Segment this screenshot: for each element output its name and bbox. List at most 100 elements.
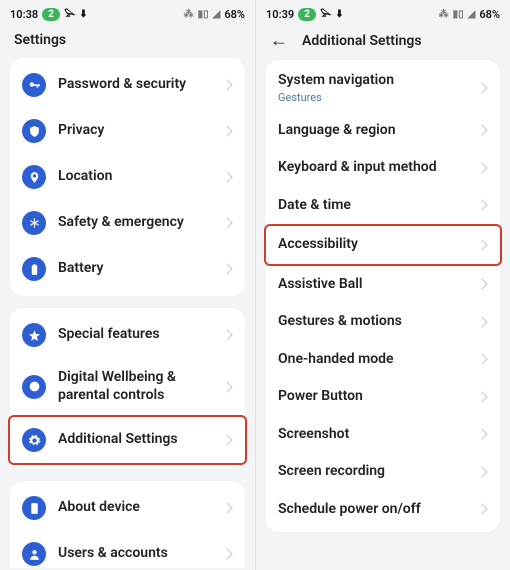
- settings-item-label: Accessibility: [278, 236, 464, 254]
- chevron-right-icon: [476, 428, 488, 440]
- shield-icon: [22, 119, 46, 143]
- settings-item-one-handed-mode[interactable]: One-handed mode: [266, 341, 500, 379]
- chevron-right-icon: [476, 124, 488, 136]
- status-bar: 10:38 2 𓅪 ⬇ ⁂ ▮▯ ◢ 68%: [0, 0, 255, 24]
- chevron-right-icon: [476, 199, 488, 211]
- chevron-right-icon: [476, 466, 488, 478]
- chevron-right-icon: [221, 217, 233, 229]
- settings-item-label: Additional Settings: [58, 431, 209, 449]
- battery-icon: [22, 257, 46, 281]
- settings-item-accessibility[interactable]: Accessibility: [264, 224, 502, 266]
- page-title: Additional Settings: [302, 33, 422, 49]
- chevron-right-icon: [476, 316, 488, 328]
- chevron-right-icon: [476, 391, 488, 403]
- phone-icon: [22, 496, 46, 520]
- page-title: Settings: [14, 32, 66, 48]
- chevron-right-icon: [221, 125, 233, 137]
- settings-item-screen-recording[interactable]: Screen recording: [266, 453, 500, 491]
- bird-icon: 𓅪: [64, 6, 75, 22]
- chevron-right-icon: [476, 278, 488, 290]
- settings-item-power-button[interactable]: Power Button: [266, 378, 500, 416]
- settings-item-schedule-power-on-off[interactable]: Schedule power on/off: [266, 491, 500, 529]
- settings-item-assistive-ball[interactable]: Assistive Ball: [266, 266, 500, 304]
- settings-item-system-navigation[interactable]: System navigationGestures: [266, 64, 500, 112]
- bird-icon: 𓅪: [320, 6, 331, 22]
- settings-item-label: Schedule power on/off: [278, 501, 464, 519]
- asterisk-icon: [22, 211, 46, 235]
- chevron-right-icon: [476, 162, 488, 174]
- settings-item-language-region[interactable]: Language & region: [266, 112, 500, 150]
- settings-group: About deviceUsers & accountsGoogle: [10, 481, 245, 568]
- star-icon: [22, 323, 46, 347]
- chevron-right-icon: [476, 82, 488, 94]
- settings-item-label: Assistive Ball: [278, 276, 464, 294]
- chevron-right-icon: [476, 503, 488, 515]
- settings-item-label: Gestures & motions: [278, 313, 464, 331]
- settings-item-label: Password & security: [58, 76, 209, 94]
- signal-icon: ▮▯: [453, 9, 464, 20]
- chevron-right-icon: [221, 381, 233, 393]
- settings-item-label: Screen recording: [278, 463, 464, 481]
- settings-item-about-device[interactable]: About device: [10, 485, 245, 531]
- bt-icon: ⁂: [184, 9, 194, 20]
- chevron-right-icon: [221, 79, 233, 91]
- settings-item-digital-wellbeing-parental-controls[interactable]: Digital Wellbeing & parental controls: [10, 358, 245, 415]
- settings-item-label: Language & region: [278, 122, 464, 140]
- settings-item-label: Special features: [58, 326, 209, 344]
- battery-text: 68%: [224, 8, 245, 21]
- settings-item-location[interactable]: Location: [10, 154, 245, 200]
- net-icon: ◢: [468, 9, 476, 20]
- chevron-right-icon: [476, 353, 488, 365]
- user-icon: [22, 542, 46, 566]
- settings-item-label: Location: [58, 168, 209, 186]
- chevron-right-icon: [221, 263, 233, 275]
- battery-text: 68%: [479, 8, 500, 21]
- additional-settings-list[interactable]: System navigationGestures Language & regi…: [256, 60, 510, 570]
- settings-item-battery[interactable]: Battery: [10, 246, 245, 292]
- chevron-right-icon: [221, 548, 233, 560]
- settings-item-screenshot[interactable]: Screenshot: [266, 416, 500, 454]
- download-icon: ⬇: [335, 9, 343, 20]
- back-icon[interactable]: ←: [270, 32, 288, 50]
- settings-item-privacy[interactable]: Privacy: [10, 108, 245, 154]
- status-bar: 10:39 2 𓅪 ⬇ ⁂ ▮▯ ◢ 68%: [256, 0, 510, 24]
- settings-item-additional-settings[interactable]: Additional Settings: [8, 415, 247, 465]
- settings-list[interactable]: Password & security Privacy Location Safety…: [0, 58, 255, 568]
- settings-item-label: Safety & emergency: [58, 214, 209, 232]
- settings-item-safety-emergency[interactable]: Safety & emergency: [10, 200, 245, 246]
- notification-badge: 2: [42, 8, 60, 21]
- settings-item-label: System navigation: [278, 72, 464, 90]
- signal-icon: ▮▯: [198, 9, 209, 20]
- chevron-right-icon: [221, 329, 233, 341]
- settings-item-label: Privacy: [58, 122, 209, 140]
- left-screenshot: 10:38 2 𓅪 ⬇ ⁂ ▮▯ ◢ 68% Settings Password…: [0, 0, 255, 570]
- settings-item-keyboard-input-method[interactable]: Keyboard & input method: [266, 149, 500, 187]
- page-header: Settings: [0, 24, 255, 58]
- settings-group: Password & security Privacy Location Safety…: [10, 58, 245, 296]
- clock: 10:39: [266, 8, 294, 21]
- settings-item-special-features[interactable]: Special features: [10, 312, 245, 358]
- settings-item-label: One-handed mode: [278, 351, 464, 369]
- right-screenshot: 10:39 2 𓅪 ⬇ ⁂ ▮▯ ◢ 68% ← Additional Sett…: [255, 0, 510, 570]
- settings-item-label: Battery: [58, 260, 209, 278]
- pin-icon: [22, 165, 46, 189]
- chevron-right-icon: [221, 434, 233, 446]
- chevron-right-icon: [221, 171, 233, 183]
- settings-item-gestures-motions[interactable]: Gestures & motions: [266, 303, 500, 341]
- settings-item-password-security[interactable]: Password & security: [10, 62, 245, 108]
- settings-item-users-accounts[interactable]: Users & accounts: [10, 531, 245, 568]
- settings-item-label: Date & time: [278, 197, 464, 215]
- settings-group: Special features Digital Wellbeing & pare…: [10, 308, 245, 469]
- settings-item-label: Power Button: [278, 388, 464, 406]
- settings-item-label: About device: [58, 499, 209, 517]
- settings-item-label: Screenshot: [278, 426, 464, 444]
- chevron-right-icon: [476, 239, 488, 251]
- additional-settings-group: System navigationGestures Language & regi…: [266, 60, 500, 532]
- clock: 10:38: [10, 8, 38, 21]
- download-icon: ⬇: [79, 9, 87, 20]
- key-icon: [22, 73, 46, 97]
- settings-item-label: Keyboard & input method: [278, 159, 464, 177]
- notification-badge: 2: [298, 8, 316, 21]
- settings-item-date-time[interactable]: Date & time: [266, 187, 500, 225]
- settings-item-label: Users & accounts: [58, 545, 209, 563]
